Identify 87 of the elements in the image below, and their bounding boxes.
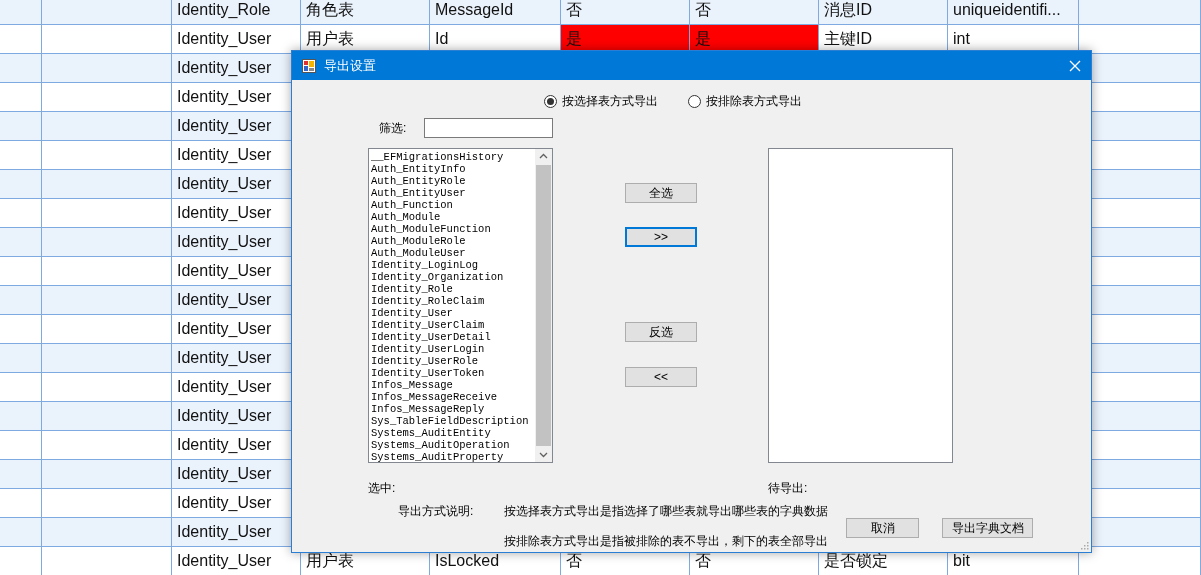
- list-item[interactable]: Infos_MessageReceive: [371, 391, 535, 403]
- window-title: 导出设置: [324, 56, 377, 75]
- list-item[interactable]: Identity_UserToken: [371, 367, 535, 379]
- table-cell-text: Identity_Role: [176, 0, 272, 20]
- table-cell-text: Identity_User: [176, 58, 273, 78]
- table-cell-text: Identity_User: [176, 145, 273, 165]
- table-cell-text: Identity_User: [176, 406, 273, 426]
- table-cell-text: Identity_User: [176, 290, 273, 310]
- table-listbox[interactable]: [368, 148, 553, 463]
- selected-label: 选中:: [368, 480, 397, 494]
- list-item[interactable]: Systems_AuditEntity: [371, 427, 535, 439]
- table-cell-text: Identity_User: [176, 261, 273, 281]
- table-cell-text: Identity_User: [176, 319, 273, 339]
- move-button[interactable]: 全选: [625, 183, 697, 203]
- list-item[interactable]: Identity_User: [371, 307, 535, 319]
- table-cell-text: 否: [565, 551, 583, 571]
- table-cell-text: 否: [565, 0, 583, 20]
- table-cell-text: Identity_User: [176, 464, 273, 484]
- resize-grip-icon[interactable]: [1081, 542, 1089, 550]
- table-cell-text: uniqueidentifi...: [952, 0, 1062, 20]
- table-cell: 是: [561, 25, 689, 53]
- table-cell-text: Identity_User: [176, 203, 273, 223]
- table-cell: 是: [690, 25, 818, 53]
- list-item[interactable]: Systems_AuditProperty: [371, 451, 535, 463]
- table-cell-text: Identity_User: [176, 377, 273, 397]
- list-item[interactable]: Auth_ModuleFunction: [371, 223, 535, 235]
- list-item[interactable]: Identity_Role: [371, 283, 535, 295]
- list-item[interactable]: Identity_UserRole: [371, 355, 535, 367]
- table-cell-text: Identity_User: [176, 232, 273, 252]
- table-cell-text: Identity_User: [176, 174, 273, 194]
- table-cell-text: 消息ID: [823, 0, 873, 20]
- scrollbar[interactable]: [535, 149, 552, 462]
- list-item[interactable]: Infos_MessageReply: [371, 403, 535, 415]
- table-cell-text: Identity_User: [176, 551, 273, 571]
- explain-text: 按排除表方式导出是指被排除的表不导出，剩下的表全部导出: [504, 533, 829, 550]
- table-cell-text: MessageId: [434, 0, 515, 20]
- list-item[interactable]: Identity_UserDetail: [371, 331, 535, 343]
- table-cell-text: 用户表: [305, 29, 355, 49]
- dialog-button[interactable]: 导出字典文档: [942, 518, 1033, 538]
- list-item[interactable]: Auth_ModuleUser: [371, 247, 535, 259]
- table-cell-text: IsLocked: [434, 551, 501, 571]
- list-item[interactable]: Identity_LoginLog: [371, 259, 535, 271]
- explain-label: 导出方式说明:: [398, 503, 475, 520]
- table-cell-text: Identity_User: [176, 29, 273, 49]
- move-button[interactable]: >>: [625, 227, 697, 247]
- list-item[interactable]: Identity_UserClaim: [371, 319, 535, 331]
- list-item[interactable]: Identity_UserLogin: [371, 343, 535, 355]
- pending-label: 待导出:: [768, 480, 808, 494]
- table-cell-text: Id: [434, 29, 450, 49]
- table-cell-text: Identity_User: [176, 116, 273, 136]
- list-item[interactable]: Sys_TableFieldDescription: [371, 415, 535, 427]
- table-cell-text: int: [952, 29, 971, 49]
- move-button[interactable]: <<: [625, 367, 697, 387]
- move-button[interactable]: 反选: [625, 322, 697, 342]
- list-item[interactable]: Systems_AuditOperation: [371, 439, 535, 451]
- table-cell-text: Identity_User: [176, 87, 273, 107]
- list-item[interactable]: Auth_ModuleRole: [371, 235, 535, 247]
- list-item[interactable]: Identity_Organization: [371, 271, 535, 283]
- filter-label: 筛选:: [379, 119, 408, 137]
- radio-label[interactable]: 按选择表方式导出: [562, 92, 658, 110]
- app-icon: [302, 58, 316, 73]
- list-item[interactable]: Auth_EntityRole: [371, 175, 535, 187]
- table-cell-text: 是否锁定: [823, 551, 889, 571]
- explain-text: 按选择表方式导出是指选择了哪些表就导出哪些表的字典数据: [504, 503, 829, 520]
- list-item[interactable]: __EFMigrationsHistory: [371, 151, 535, 163]
- table-cell-text: Identity_User: [176, 348, 273, 368]
- table-cell-text: Identity_User: [176, 435, 273, 455]
- list-item[interactable]: Auth_Module: [371, 211, 535, 223]
- table-cell-text: 否: [694, 0, 712, 20]
- dialog-button[interactable]: 取消: [846, 518, 919, 538]
- table-cell-text: 用户表: [305, 551, 355, 571]
- list-item[interactable]: Auth_EntityInfo: [371, 163, 535, 175]
- radio-label[interactable]: 按排除表方式导出: [706, 92, 802, 110]
- radio-button[interactable]: [544, 94, 557, 108]
- table-cell-text: Identity_User: [176, 522, 273, 542]
- table-cell-text: 否: [694, 551, 712, 571]
- table-cell-text: bit: [952, 551, 971, 571]
- table-cell-text: 角色表: [305, 0, 355, 20]
- table-cell-text: 主键ID: [823, 29, 873, 49]
- filter-field[interactable]: [424, 118, 553, 138]
- list-item[interactable]: Auth_Function: [371, 199, 535, 211]
- table-cell-text: Identity_User: [176, 493, 273, 513]
- list-item[interactable]: Auth_EntityUser: [371, 187, 535, 199]
- close-icon[interactable]: [1069, 59, 1081, 72]
- list-item[interactable]: Infos_Message: [371, 379, 535, 391]
- radio-button[interactable]: [688, 94, 701, 108]
- list-item[interactable]: Identity_RoleClaim: [371, 295, 535, 307]
